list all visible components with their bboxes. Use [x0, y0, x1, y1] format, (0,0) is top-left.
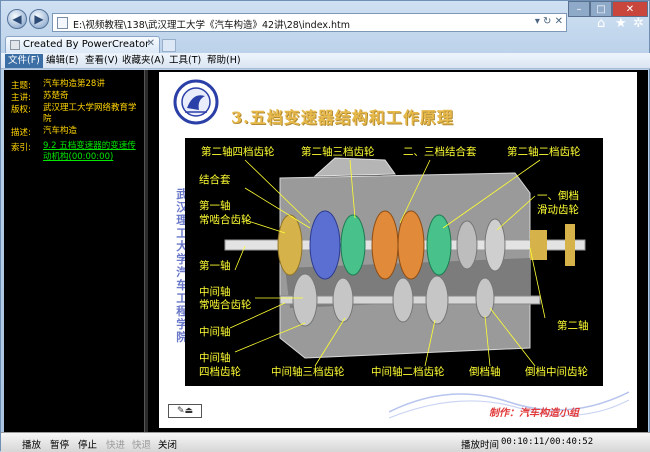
- label-second-shaft-2nd-gear: 第二轴二档齿轮: [507, 146, 581, 158]
- menu-bar: 文件(F) 编辑(E) 查看(V) 收藏夹(A) 工具(T) 帮助(H): [1, 53, 650, 69]
- favorites-star-icon[interactable]: ★: [615, 16, 627, 31]
- label-countershaft-c: 中间轴: [199, 352, 231, 364]
- gearbox-diagram: 第二轴四档齿轮 第二轴三档齿轮 二、三档结合套 第二轴二档齿轮 结合套 一、倒档…: [185, 138, 603, 386]
- pause-button[interactable]: 暂停: [50, 437, 69, 451]
- home-icon[interactable]: ⌂: [597, 16, 605, 31]
- browser-window: ◀ ▶ E:\视频教程\138\武汉理工大学《汽车构造》42讲\28\index…: [0, 0, 650, 452]
- play-button[interactable]: 播放: [22, 437, 41, 451]
- label-first-shaft-a: 第一轴: [199, 200, 231, 212]
- info-row-topic: 主题: 汽车构造第28讲: [11, 79, 105, 91]
- label-first-shaft-b: 第一轴: [199, 260, 231, 272]
- menu-favorites[interactable]: 收藏夹(A): [119, 54, 167, 68]
- tab-close-icon[interactable]: ✕: [147, 38, 155, 49]
- lecture-slide: 3.五档变速器结构和工作原理 武汉理工大学汽车工程学院 第二轴四档齿轮 第二轴三…: [159, 72, 637, 428]
- address-tools[interactable]: ▾ ↻ ✕: [535, 16, 563, 27]
- content-area: 主题: 汽车构造第28讲 主讲: 苏楚奇 版权: 武汉理工大学网络教育学院 描述: 汽车…: [4, 70, 648, 432]
- slide-control-icon[interactable]: ✎⏏: [168, 404, 202, 418]
- info-row-description: 描述: 汽车构造: [11, 126, 78, 138]
- label-countershaft-3rd-gear: 中间轴三档齿轮: [271, 366, 345, 378]
- menu-file[interactable]: 文件(F): [5, 54, 43, 68]
- label-1st-reverse: 一、倒档: [537, 190, 579, 202]
- tab-active[interactable]: Created By PowerCreator ✕: [5, 36, 160, 53]
- address-row: ◀ ▶ E:\视频教程\138\武汉理工大学《汽车构造》42讲\28\index…: [1, 1, 650, 35]
- menu-tools[interactable]: 工具(T): [166, 54, 204, 68]
- page-icon: [57, 17, 68, 29]
- address-text: E:\视频教程\138\武汉理工大学《汽车构造》42讲\28\index.htm: [73, 20, 351, 31]
- forward-button[interactable]: ▶: [29, 9, 49, 29]
- info-row-index: 索引: 9.2 五档变速器的变速传动机构(00:00:00): [11, 141, 139, 163]
- address-bar[interactable]: E:\视频教程\138\武汉理工大学《汽车构造》42讲\28\index.htm…: [52, 13, 567, 32]
- tools-gear-icon[interactable]: ✲: [633, 16, 644, 31]
- panel-splitter[interactable]: [144, 70, 148, 432]
- slide-caption: 制作：汽车构造小组: [489, 408, 579, 419]
- close-button[interactable]: ✕: [612, 1, 648, 17]
- label-4th-gear: 四档齿轮: [199, 366, 241, 378]
- menu-view[interactable]: 查看(V): [82, 54, 121, 68]
- label-second-shaft: 第二轴: [557, 320, 589, 332]
- back-arrow-icon: ◀: [12, 12, 22, 26]
- label-sliding-gear: 滑动齿轮: [537, 204, 579, 216]
- player-control-bar: 播放 暂停 停止 快进 快退 关闭 播放时间 00:10:11/00:40:52: [1, 432, 650, 452]
- label-second-shaft-4th-gear: 第二轴四档齿轮: [201, 146, 275, 158]
- lecture-info-panel: 主题: 汽车构造第28讲 主讲: 苏楚奇 版权: 武汉理工大学网络教育学院 描述: 汽车…: [4, 70, 144, 432]
- label-countershaft-a: 中间轴: [199, 286, 231, 298]
- tab-title: Created By PowerCreator: [23, 39, 150, 50]
- label-constant-mesh-gear-b: 常啮合齿轮: [199, 299, 252, 311]
- page-favicon-icon: [10, 40, 20, 50]
- label-second-shaft-3rd-gear: 第二轴三档齿轮: [301, 146, 375, 158]
- back-button[interactable]: ◀: [7, 9, 27, 29]
- menu-help[interactable]: 帮助(H): [204, 54, 244, 68]
- close-player-button[interactable]: 关闭: [158, 437, 177, 451]
- label-coupling-sleeve: 结合套: [199, 174, 231, 186]
- rewind-button[interactable]: 快退: [132, 437, 151, 451]
- forward-arrow-icon: ▶: [34, 12, 44, 26]
- university-logo: [173, 79, 219, 125]
- label-2-3-sync-sleeve: 二、三档结合套: [403, 146, 477, 158]
- maximize-button[interactable]: □: [590, 1, 612, 17]
- label-constant-mesh-gear-a: 常啮合齿轮: [199, 214, 252, 226]
- slide-title: 3.五档变速器结构和工作原理: [231, 108, 454, 127]
- new-tab-button[interactable]: [162, 39, 176, 52]
- label-countershaft-b: 中间轴: [199, 326, 231, 338]
- index-link[interactable]: 9.2 五档变速器的变速传动机构(00:00:00): [43, 141, 139, 163]
- info-row-copyright: 版权: 武汉理工大学网络教育学院: [11, 103, 137, 124]
- stop-button[interactable]: 停止: [78, 437, 97, 451]
- playback-time-label: 播放时间: [461, 440, 500, 451]
- minimize-button[interactable]: –: [568, 1, 590, 17]
- menu-edit[interactable]: 编辑(E): [43, 54, 81, 68]
- fast-forward-button[interactable]: 快进: [106, 437, 125, 451]
- gearbox-illustration: [224, 157, 586, 367]
- info-row-lecturer: 主讲: 苏楚奇: [11, 91, 69, 103]
- playback-time: 00:10:11/00:40:52: [501, 437, 594, 447]
